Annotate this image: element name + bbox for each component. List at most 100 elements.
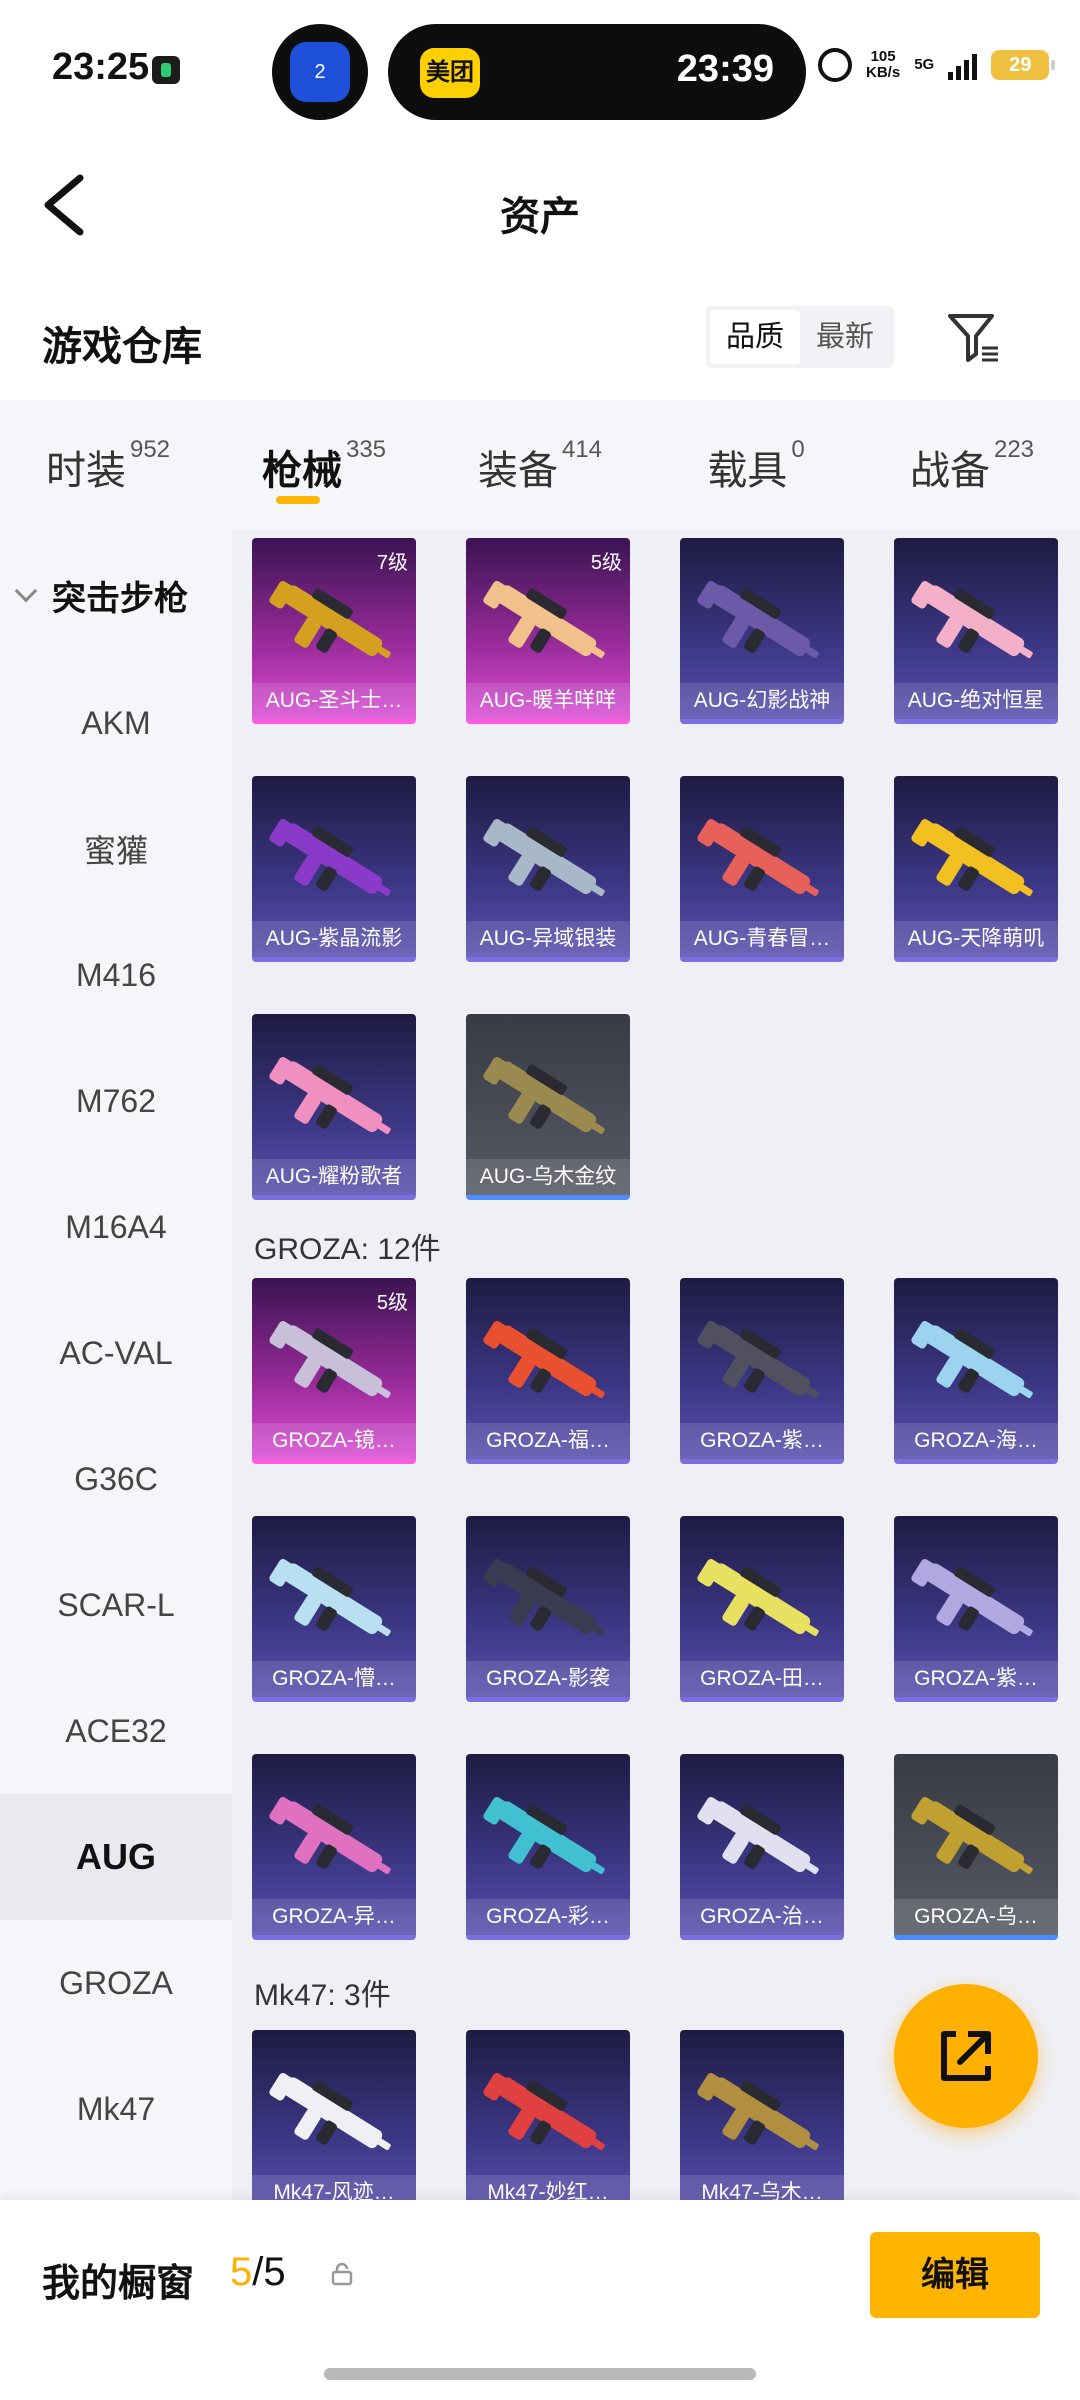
alarm-icon [818,48,852,82]
weapon-skin-card[interactable]: GROZA-田… [680,1516,844,1702]
sidebar-group-assault-rifle[interactable]: 突击步枪 [0,530,232,660]
card-name: AUG-紫晶流影 [252,921,416,957]
card-name: GROZA-海… [894,1423,1058,1459]
weapon-skin-card[interactable]: AUG-天降萌叽 [894,776,1058,962]
sidebar-item-akm[interactable]: AKM [0,660,232,786]
weapon-skin-card[interactable]: 7级 AUG-圣斗士… [252,538,416,724]
weapon-sidebar: 突击步枪 AKM 蜜獾 M416 M762 M16A4 AC-VAL G36C … [0,530,232,2200]
weapon-image-icon [911,818,1033,897]
card-name: Mk47-乌木… [680,2175,844,2200]
tab-supplies[interactable]: 战备 223 [864,400,1080,530]
card-name: AUG-天降萌叽 [894,921,1058,957]
status-indicators: 105 KB/s 5G 29 [818,48,1056,82]
sidebar-group-label: 突击步枪 [52,579,188,618]
tab-vehicles[interactable]: 载具 0 [648,400,864,530]
weapon-image-icon [269,2072,391,2151]
weapon-image-icon [697,1558,819,1637]
weapon-skin-card[interactable]: GROZA-紫… [680,1278,844,1464]
nav-bar: 资产 [0,140,1080,270]
weapon-skin-card[interactable]: AUG-幻影战神 [680,538,844,724]
weapon-skin-card[interactable]: GROZA-影袭 [466,1516,630,1702]
dynamic-island[interactable]: 美团 23:39 [388,24,806,120]
sidebar-item-honey-badger[interactable]: 蜜獾 [0,786,232,912]
sidebar-item-ace32[interactable]: ACE32 [0,1668,232,1794]
weapon-skin-card[interactable]: AUG-乌木金纹 [466,1014,630,1200]
card-name: GROZA-治… [680,1899,844,1935]
sidebar-item-aug[interactable]: AUG [0,1794,232,1920]
tab-firearms[interactable]: 枪械 335 [216,400,432,530]
broadcast-icon: 2 [290,42,350,102]
card-name: AUG-圣斗士… [252,683,416,719]
weapon-skin-card[interactable]: GROZA-福… [466,1278,630,1464]
share-button[interactable] [894,1984,1038,2128]
sidebar-item-mk47[interactable]: Mk47 [0,2046,232,2172]
card-name: GROZA-懵… [252,1661,416,1697]
showcase-label: 我的橱窗 [42,2263,195,2305]
weapon-skin-card[interactable]: AUG-绝对恒星 [894,538,1058,724]
card-name: AUG-乌木金纹 [466,1159,630,1195]
weapon-skin-card[interactable]: GROZA-海… [894,1278,1058,1464]
card-name: GROZA-彩… [466,1899,630,1935]
weapon-skin-card[interactable]: Mk47-妙红… [466,2030,630,2200]
weapon-image-icon [911,1796,1033,1875]
weapon-skin-card[interactable]: GROZA-乌… [894,1754,1058,1940]
card-level-badge: 5级 [590,552,622,574]
weapon-skin-card[interactable]: AUG-异域银装 [466,776,630,962]
warehouse-title: 游戏仓库 [42,325,202,369]
home-indicator[interactable] [324,2368,756,2380]
showcase-bar: 我的橱窗 5/5 编辑 [0,2200,1080,2400]
tab-count: 335 [345,436,387,463]
weapon-image-icon [483,1558,605,1637]
weapon-skin-card[interactable]: Mk47-风迹… [252,2030,416,2200]
edit-button[interactable]: 编辑 [870,2232,1040,2318]
section-title-groza: GROZA: 12件 [254,1233,441,1266]
card-level-badge: 7级 [376,552,408,574]
weapon-image-icon [483,1320,605,1399]
card-name: GROZA-紫… [680,1423,844,1459]
sort-toggle: 品质 最新 [706,306,894,368]
weapon-image-icon [483,2072,605,2151]
sidebar-item-m16a4[interactable]: M16A4 [0,1164,232,1290]
sidebar-item-scar-l[interactable]: SCAR-L [0,1542,232,1668]
chevron-down-icon [14,579,38,603]
weapon-skin-card[interactable]: Mk47-乌木… [680,2030,844,2200]
weapon-skin-card[interactable]: GROZA-治… [680,1754,844,1940]
weapon-skin-card[interactable]: GROZA-异… [252,1754,416,1940]
tab-label: 时装 [45,449,126,493]
weapon-image-icon [269,818,391,897]
weapon-skin-card[interactable]: GROZA-懵… [252,1516,416,1702]
category-tabs: 时装 952 枪械 335 装备 414 载具 0 战备 223 [0,400,1080,530]
weapon-image-icon [483,1796,605,1875]
net-speed-value: 105 [870,48,896,65]
sort-newest[interactable]: 最新 [800,310,890,364]
card-name: GROZA-影袭 [466,1661,630,1697]
filter-icon[interactable] [946,310,1002,366]
island-broadcast[interactable]: 2 [272,24,368,120]
sort-quality[interactable]: 品质 [710,310,800,364]
sidebar-item-groza[interactable]: GROZA [0,1920,232,2046]
card-name: AUG-幻影战神 [680,683,844,719]
showcase-count-total: /5 [252,2250,286,2294]
card-name: GROZA-田… [680,1661,844,1697]
sidebar-item-ac-val[interactable]: AC-VAL [0,1290,232,1416]
weapon-skin-card[interactable]: 5级 GROZA-镜… [252,1278,416,1464]
weapon-skin-card[interactable]: AUG-青春冒… [680,776,844,962]
weapon-image-icon [911,580,1033,659]
weapon-skin-card[interactable]: GROZA-彩… [466,1754,630,1940]
sidebar-item-m416[interactable]: M416 [0,912,232,1038]
tab-label: 装备 [477,449,558,493]
weapon-skin-card[interactable]: 5级 AUG-暖羊咩咩 [466,538,630,724]
network-type: 5G [914,56,935,73]
weapon-skin-card[interactable]: AUG-紫晶流影 [252,776,416,962]
sidebar-item-g36c[interactable]: G36C [0,1416,232,1542]
tab-equipment[interactable]: 装备 414 [432,400,648,530]
weapon-skin-card[interactable]: GROZA-紫… [894,1516,1058,1702]
showcase-count: 5/5 [230,2250,286,2295]
weapon-skin-card[interactable]: AUG-耀粉歌者 [252,1014,416,1200]
tab-fashion[interactable]: 时装 952 [0,400,216,530]
weapon-image-icon [483,580,605,659]
sidebar-item-m762[interactable]: M762 [0,1038,232,1164]
tab-label: 载具 [707,449,788,493]
card-name: GROZA-乌… [894,1899,1058,1935]
warehouse-header: 游戏仓库 品质 最新 [0,290,1080,400]
